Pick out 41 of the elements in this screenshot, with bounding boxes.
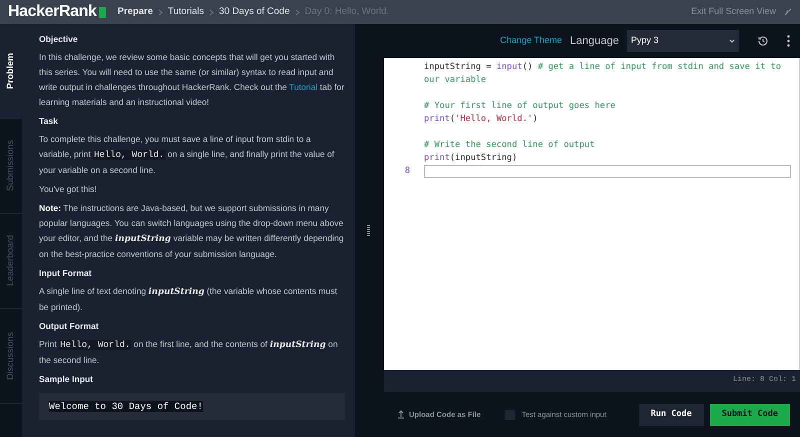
code-line: # Write the second line of output (424, 139, 596, 152)
language-label: Language (570, 34, 619, 49)
paragraph: In this challenge, we review some basic concepts that will get you started with this series. You will need to use the same (or similar) syntax to read input and write output in challenges throughout HackerRank. Check out the Tutorial tab for learning materials and an instructional video! (39, 51, 345, 109)
section-heading: Task (39, 115, 59, 128)
chevron-icon (294, 8, 300, 16)
paragraph: You've got this! (39, 183, 98, 196)
line-number: 8 (404, 166, 410, 176)
splitter-handle[interactable] (366, 224, 370, 236)
chevron-icon (208, 8, 214, 16)
code-line: print('Hello, World.') (424, 113, 539, 126)
tutorial-link[interactable]: Tutorial (289, 82, 318, 92)
section-heading: Input Format (39, 267, 93, 280)
code-line: inputString = input() # get a line of input from stdin and save it to our variable (424, 61, 782, 87)
more-options-icon[interactable] (787, 35, 790, 47)
paragraph: To complete this challenge, you must save a line of input from stdin to a variable, print Hello, World. on a single line, and finally print the value of your variable on a second line. (39, 133, 336, 177)
paragraph: Note: The instructions are Java-based, but we support submissions in many popular languages. You can switch languages using the drop-down menu above your editor, and the inputString variable may be written differently depending on the best-practice conventions of your submission language. (39, 202, 345, 261)
change-theme-link[interactable]: Change Theme (500, 34, 562, 48)
section-heading: Objective (39, 33, 79, 46)
run-code-button[interactable]: Run Code (638, 404, 704, 426)
section-heading: Sample Input (39, 373, 94, 386)
logo[interactable]: HackerRank (8, 0, 97, 24)
code-line: # Your first line of output goes here (424, 100, 616, 113)
breadcrumb-link[interactable]: 30 Days of Code (218, 4, 290, 20)
language-select[interactable]: Pypy 3 (627, 30, 739, 52)
code-line: print(inputString) (424, 152, 518, 165)
chevron-icon (158, 8, 163, 16)
history-icon[interactable] (757, 35, 769, 47)
code-editor[interactable]: inputString = input() # get a line of input from stdin and save it to our variable # Your first line of output goes here print('Hello, World.') # Write the second line of output print(inputString) 8 (384, 58, 800, 370)
submit-code-button[interactable]: Submit Code (710, 404, 790, 426)
exit-full-screen-link[interactable]: Exit Full Screen View (691, 5, 776, 19)
logo-block-icon (98, 6, 106, 18)
upload-icon[interactable] (397, 410, 405, 419)
sample-input-text: Welcome to 30 Days of Code! (49, 401, 203, 412)
paragraph: A single line of text denoting inputString (the variable whose contents must be printed). (39, 285, 338, 314)
chevron-down-icon (729, 39, 735, 43)
breadcrumb-link[interactable]: Prepare (118, 4, 153, 20)
section-heading: Output Format (39, 320, 100, 333)
paragraph: Print Hello, World. on the first line, and the contents of inputString on the second line. (39, 338, 339, 367)
side-tab[interactable]: Problem (0, 24, 22, 119)
minimize-icon[interactable] (784, 8, 792, 16)
breadcrumb-link[interactable]: Tutorials (168, 4, 204, 20)
